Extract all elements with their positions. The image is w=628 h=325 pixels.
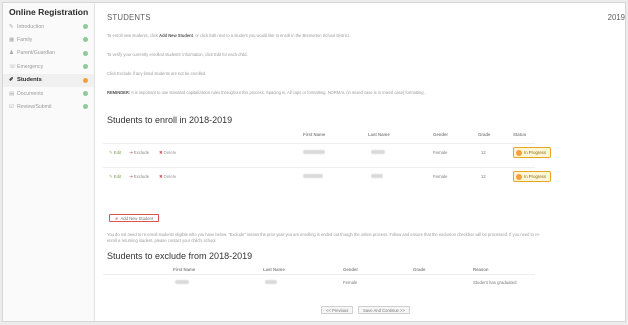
sidebar-item-label: Family: [17, 37, 33, 44]
previous-button[interactable]: << Previous: [321, 306, 354, 314]
sidebar-item-family[interactable]: ▦ Family: [3, 33, 94, 46]
exclude-button[interactable]: ⇥ Exclude: [129, 150, 149, 156]
sidebar-item-documents[interactable]: ▤ Documents: [3, 87, 94, 100]
col-last-name: Last Name: [263, 267, 285, 272]
col-reason: Reason: [473, 267, 489, 272]
document-icon: ▤: [9, 90, 15, 97]
progress-icon: [516, 149, 522, 156]
status-badge: In Progress: [513, 171, 551, 182]
exclude-note-line-1: You do not need to re-enroll students el…: [107, 232, 541, 237]
status-check-icon: [83, 24, 88, 29]
sidebar-item-label: Documents: [17, 90, 44, 97]
sidebar-item-label: Parent/Guardian: [17, 50, 56, 57]
redacted-last-name: [371, 174, 383, 178]
pencil-icon: ✎: [9, 23, 14, 30]
gender-cell: Female: [433, 150, 448, 155]
col-last-name: Last Name: [368, 132, 390, 137]
redacted-last-name: [371, 150, 385, 154]
add-new-student-link: Add New Student: [159, 33, 193, 38]
sidebar-item-introduction[interactable]: ✎ Introduction: [3, 20, 94, 33]
grid-icon: ▦: [9, 37, 15, 44]
sidebar-item-label: Review/Submit: [17, 104, 52, 111]
sidebar-item-parent-guardian[interactable]: ♟ Parent/Guardian: [3, 47, 94, 60]
redacted-first-name: [303, 174, 323, 178]
gender-cell: Female: [433, 174, 448, 179]
students-icon: ✐: [9, 77, 14, 84]
exclude-button[interactable]: ⇥ Exclude: [129, 174, 149, 180]
status-badge: In Progress: [513, 147, 551, 158]
progress-icon: [516, 173, 522, 180]
sidebar-item-students[interactable]: ✐ Students: [3, 73, 94, 87]
grade-cell: 12: [481, 174, 486, 179]
status-check-icon: [83, 90, 88, 96]
registration-window: Online Registration ✎ Introduction ▦ Fam…: [2, 2, 626, 322]
instruction-exclude: Click Exclude if any listed students are…: [107, 71, 207, 76]
sidebar-title: Online Registration: [9, 7, 89, 17]
save-and-continue-button[interactable]: Save And Continue >>: [358, 306, 410, 314]
page-year: 2019: [607, 13, 625, 22]
main-content: STUDENTS 2019 To enroll new students, cl…: [103, 3, 625, 321]
delete-button[interactable]: ✖ Delete: [159, 150, 176, 156]
status-check-icon: [83, 104, 88, 110]
table-row: ✎ Edit ⇥ Exclude ✖ Delete Female 12 In P…: [103, 167, 551, 185]
sidebar-item-emergency[interactable]: ☏ Emergency: [3, 60, 94, 73]
exclude-note-line-2: enroll a returning student, please conta…: [107, 238, 217, 243]
sidebar-item-label: Students: [17, 77, 42, 84]
col-grade: Grade: [478, 132, 491, 137]
instruction-add: To enroll new students, click Add New St…: [107, 33, 350, 38]
col-first-name: First Name: [173, 267, 196, 272]
table-row: Female Student has graduated: [103, 274, 535, 288]
redacted-first-name: [175, 280, 189, 284]
status-check-icon: [83, 50, 88, 56]
sidebar: Online Registration ✎ Introduction ▦ Fam…: [3, 3, 95, 321]
person-icon: ♟: [9, 50, 14, 57]
sidebar-item-review-submit[interactable]: ☑ Review/Submit: [3, 100, 94, 113]
exclude-heading: Students to exclude from 2018-2019: [107, 251, 253, 261]
table-row: ✎ Edit ⇥ Exclude ✖ Delete Female 12 In P…: [103, 143, 551, 161]
enroll-table-header: First Name Last Name Gender Grade Status: [103, 131, 535, 139]
col-first-name: First Name: [303, 132, 326, 137]
delete-button[interactable]: ✖ Delete: [159, 174, 176, 180]
exclude-table: First Name Last Name Gender Grade Reason…: [103, 266, 535, 296]
sidebar-item-label: Introduction: [17, 23, 45, 30]
review-icon: ☑: [9, 104, 14, 111]
phone-icon: ☏: [9, 63, 16, 70]
plus-icon: ⊕: [114, 215, 119, 221]
enroll-heading: Students to enroll in 2018-2019: [107, 115, 233, 125]
reason-cell: Student has graduated: [473, 280, 517, 285]
page-title: STUDENTS: [107, 13, 151, 22]
add-new-student-button[interactable]: ⊕ Add New Student: [109, 214, 159, 222]
edit-button[interactable]: ✎ Edit: [109, 150, 121, 156]
sidebar-item-label: Emergency: [17, 63, 44, 70]
enroll-table: First Name Last Name Gender Grade Status…: [103, 131, 551, 211]
grade-cell: 12: [481, 150, 486, 155]
status-check-icon: [83, 64, 88, 70]
col-status: Status: [513, 132, 527, 137]
redacted-last-name: [265, 280, 277, 284]
redacted-first-name: [303, 150, 325, 154]
status-pending-icon: [83, 77, 88, 83]
col-grade: Grade: [413, 267, 426, 272]
status-check-icon: [83, 37, 88, 43]
reminder: REMINDER: It is important to use standar…: [107, 90, 425, 95]
gender-cell: Female: [343, 280, 358, 285]
col-gender: Gender: [433, 132, 449, 137]
col-gender: Gender: [343, 267, 359, 272]
exclude-table-header: First Name Last Name Gender Grade Reason: [103, 266, 535, 274]
instruction-verify: To verify your currently enrolled studen…: [107, 52, 248, 57]
edit-button[interactable]: ✎ Edit: [109, 174, 121, 180]
